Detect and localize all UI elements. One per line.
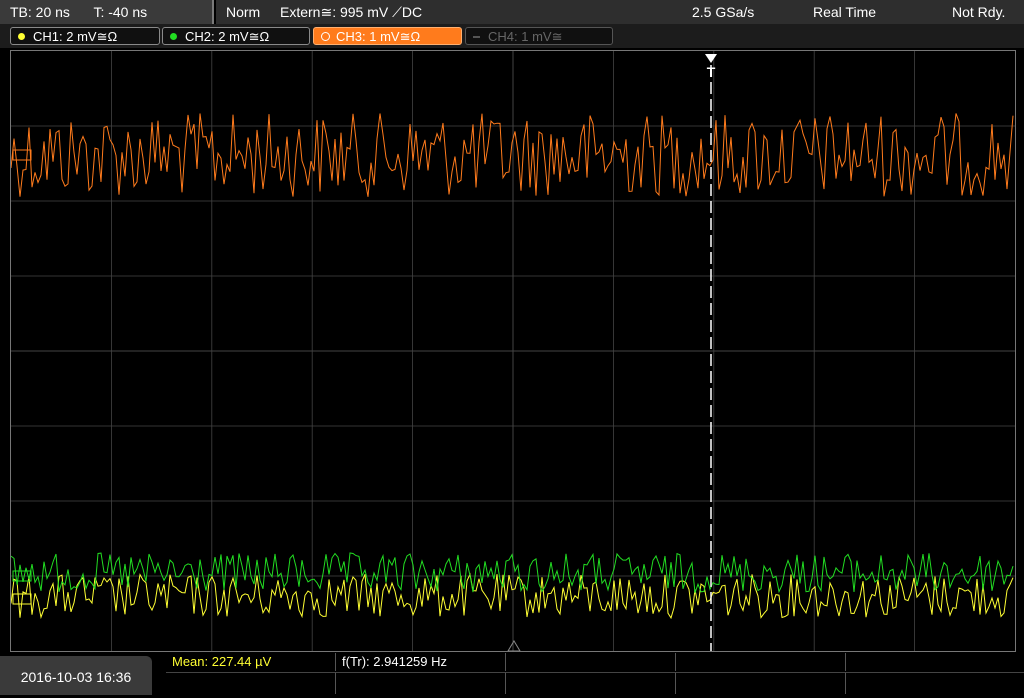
date-time-display: 2016-10-03 16:36 <box>0 656 152 695</box>
measurement-slot-5[interactable] <box>846 653 1024 671</box>
channel-2-dot-icon <box>170 33 177 40</box>
timebase-panel[interactable]: TB: 20 ns T: -40 ns <box>0 0 214 24</box>
channel-1-dot-icon <box>18 33 25 40</box>
channel-2-label: CH2: 2 mV≅Ω <box>185 29 270 44</box>
channel-3-dot-icon <box>321 32 330 41</box>
channel-4-label: CH4: 1 mV≅ <box>488 29 563 44</box>
trigger-mode-label[interactable]: Norm <box>226 0 260 24</box>
channel-2-tab[interactable]: CH2: 2 mV≅Ω <box>162 27 310 45</box>
trigger-status-panel: Norm Extern≅: 995 mV ⟋DC 2.5 GSa/s Real … <box>216 0 1024 24</box>
measurement-slot-3[interactable] <box>506 653 676 671</box>
acquisition-mode-label[interactable]: Real Time <box>813 0 876 24</box>
channel-2-trace <box>10 552 1014 594</box>
status-label: Not Rdy. <box>952 4 1006 20</box>
mean-measurement[interactable]: Mean: 227.44 µV <box>166 653 336 671</box>
measurement-slot-7[interactable] <box>336 672 506 694</box>
measurement-slot-4[interactable] <box>676 653 846 671</box>
measurement-slot-10[interactable] <box>846 672 1024 694</box>
channel-4-dash-icon <box>473 36 480 38</box>
measurement-slot-6[interactable] <box>166 672 336 694</box>
channel-3-tab[interactable]: CH3: 1 mV≅Ω <box>313 27 462 45</box>
trigger-t-icon: T <box>707 64 716 80</box>
sample-rate-label[interactable]: 2.5 GSa/s <box>692 0 754 24</box>
channel-1-label: CH1: 2 mV≅Ω <box>33 29 118 44</box>
channel-bar: CH1: 2 mV≅Ω CH2: 2 mV≅Ω CH3: 1 mV≅Ω CH4:… <box>0 24 1024 48</box>
channel-3-label: CH3: 1 mV≅Ω <box>336 29 421 44</box>
timebase-label[interactable]: TB: 20 ns <box>10 4 70 20</box>
trigger-position-icon[interactable] <box>705 54 717 63</box>
frequency-measurement[interactable]: f(Tr): 2.941259 Hz <box>336 653 506 671</box>
measurement-slot-8[interactable] <box>506 672 676 694</box>
channel-4-tab[interactable]: CH4: 1 mV≅ <box>465 27 613 45</box>
waveform-display[interactable]: T <box>10 50 1016 652</box>
trigger-source-label[interactable]: Extern≅: 995 mV ⟋DC <box>280 0 422 24</box>
channel-1-trace <box>10 572 1014 620</box>
channel-1-tab[interactable]: CH1: 2 mV≅Ω <box>10 27 160 45</box>
center-marker-icon <box>507 640 521 652</box>
trigger-time-label[interactable]: T: -40 ns <box>93 4 147 20</box>
waveform-svg[interactable]: T <box>10 51 1015 652</box>
measurement-slot-9[interactable] <box>676 672 846 694</box>
